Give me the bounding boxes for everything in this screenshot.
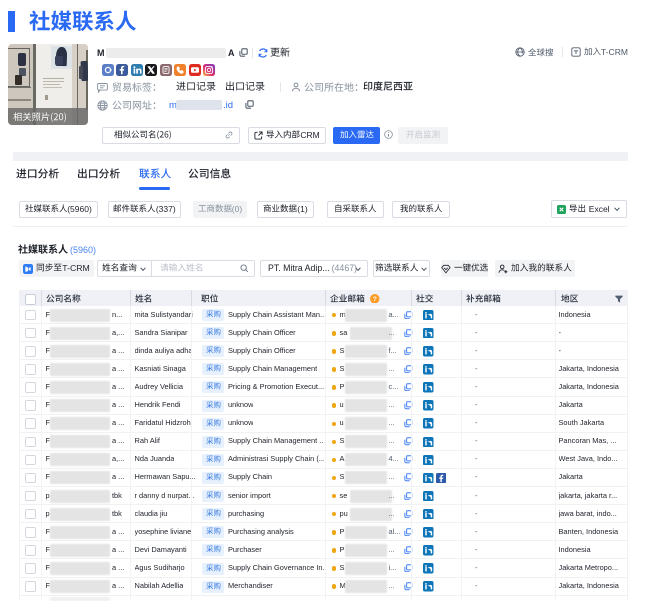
svg-text:?: ? xyxy=(373,296,377,303)
